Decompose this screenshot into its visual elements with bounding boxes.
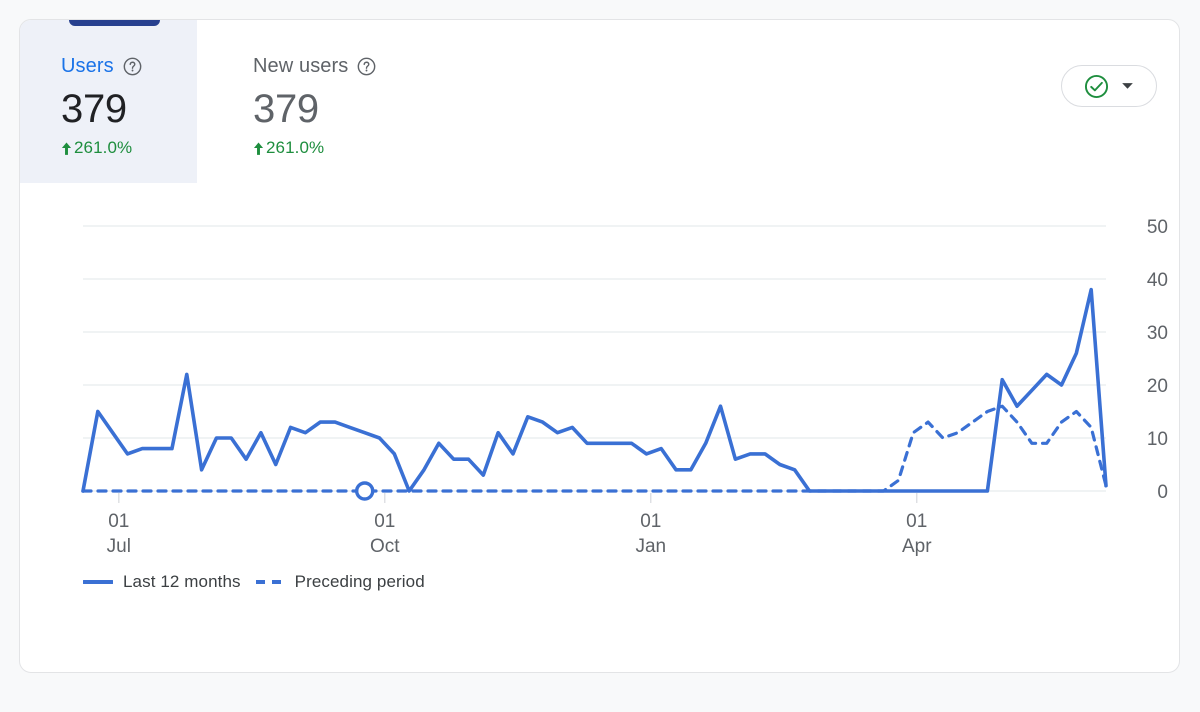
legend-solid-line-icon [83,579,113,585]
chart-series-group [83,290,1106,491]
svg-text:01: 01 [906,511,927,532]
arrow-up-icon [61,141,72,156]
legend-label-last-12-months: Last 12 months [123,572,241,592]
arrow-up-icon [253,141,264,156]
svg-text:0: 0 [1157,482,1168,503]
chart-x-axis-labels: 01 Jul 01 Oct 01 Jan 01 Apr [107,493,933,557]
legend-item-last-12-months[interactable]: Last 12 months [83,572,241,592]
users-trend-chart: 0 10 20 30 40 50 01 Jul 01 Oct 01 Jan 01 Apr [20,183,1179,603]
svg-text:40: 40 [1147,270,1168,291]
metric-header-new-users: New users [253,54,407,78]
help-circle-icon[interactable] [123,57,142,76]
chart-y-axis-labels: 0 10 20 30 40 50 [1147,217,1168,503]
metric-label-new-users: New users [253,55,348,78]
svg-text:01: 01 [374,511,395,532]
legend-label-preceding-period: Preceding period [295,572,425,592]
active-tab-indicator [69,19,160,26]
chart-legend: Last 12 months Preceding period [83,572,425,592]
metric-tab-new-users[interactable]: New users 379 261.0% [197,20,407,183]
svg-text:01: 01 [108,511,129,532]
chart-point-marker[interactable] [357,483,373,499]
svg-text:Jul: Jul [107,536,131,557]
svg-text:Jan: Jan [635,536,666,557]
help-circle-icon[interactable] [357,57,376,76]
users-overview-card: Users 379 261.0% New users [19,19,1180,673]
chevron-down-icon [1121,82,1134,90]
legend-item-preceding-period[interactable]: Preceding period [255,572,425,592]
chart-canvas: 0 10 20 30 40 50 01 Jul 01 Oct 01 Jan 01 Apr [20,183,1179,603]
chart-gridlines [83,226,1106,491]
svg-text:Apr: Apr [902,536,932,557]
metric-tab-strip: Users 379 261.0% New users [20,20,407,183]
svg-text:10: 10 [1147,429,1168,450]
check-circle-icon [1084,74,1109,99]
svg-text:Oct: Oct [370,536,400,557]
metric-header-users: Users [61,54,197,78]
metric-label-users: Users [61,55,114,78]
metric-value-users: 379 [61,86,197,132]
svg-text:01: 01 [640,511,661,532]
status-filter-button[interactable] [1061,65,1157,107]
svg-text:50: 50 [1147,217,1168,238]
metric-value-new-users: 379 [253,86,407,132]
metric-delta-users: 261.0% [61,138,197,158]
metric-tab-users[interactable]: Users 379 261.0% [20,20,197,183]
svg-text:20: 20 [1147,376,1168,397]
legend-dashed-line-icon [255,579,285,585]
svg-text:30: 30 [1147,323,1168,344]
metric-delta-value-new-users: 261.0% [266,138,324,158]
metric-delta-value-users: 261.0% [74,138,132,158]
metric-delta-new-users: 261.0% [253,138,407,158]
